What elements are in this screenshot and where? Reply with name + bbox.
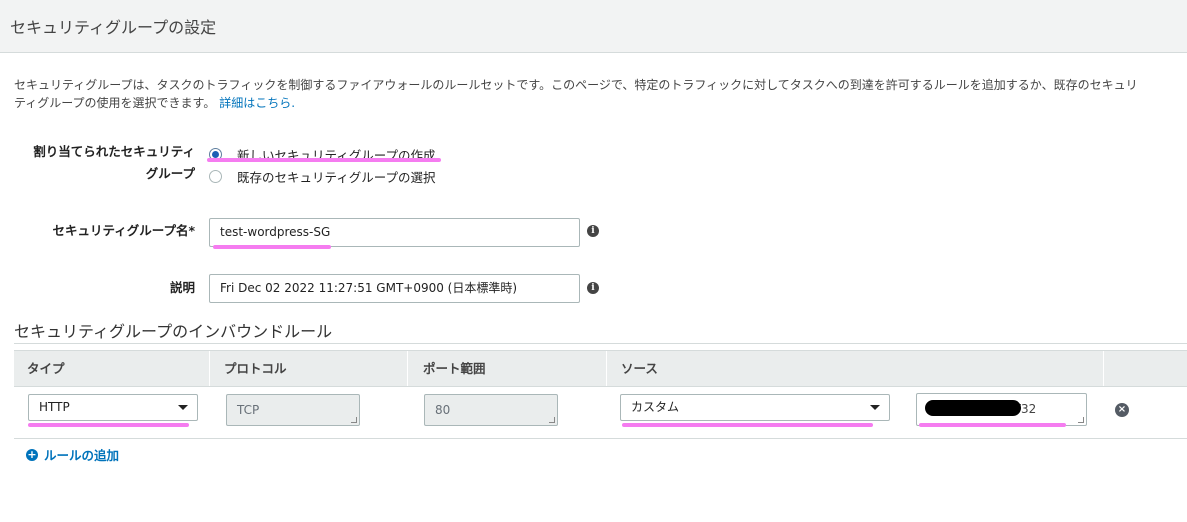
highlight-mark (207, 158, 441, 162)
remove-rule-icon[interactable]: × (1115, 403, 1129, 417)
highlight-mark (622, 423, 873, 427)
chevron-down-icon (870, 405, 880, 410)
type-select[interactable]: HTTP (28, 394, 198, 421)
port-range-value: 80 (435, 403, 451, 417)
group-name-input[interactable]: test-wordpress-SG (209, 218, 580, 247)
type-select-value: HTTP (39, 400, 70, 414)
highlight-mark (213, 245, 331, 249)
radio-button-unchecked[interactable] (209, 170, 222, 183)
page-header: セキュリティグループの設定 (0, 0, 1187, 53)
protocol-value: TCP (237, 403, 260, 417)
description-label: 説明 (169, 280, 195, 295)
assigned-group-label: 割り当てられたセキュリティ グループ (33, 141, 195, 185)
source-select[interactable]: カスタム (620, 394, 890, 421)
info-icon[interactable]: i (587, 282, 599, 294)
inbound-rules-title: セキュリティグループのインバウンドルール (14, 322, 333, 341)
add-rule-label: ルールの追加 (44, 448, 120, 463)
resize-handle-icon (351, 417, 357, 423)
add-rule-button[interactable]: + ルールの追加 (26, 445, 119, 464)
source-select-value: カスタム (631, 400, 680, 414)
divider (14, 343, 1187, 344)
redaction-mark (925, 400, 1021, 416)
intro-line-1: セキュリティグループは、タスクのトラフィックを制御するファイアウォールのルールセ… (14, 78, 1138, 92)
column-separator (1103, 351, 1104, 386)
page-title: セキュリティグループの設定 (10, 18, 217, 37)
description-input[interactable]: Fri Dec 02 2022 11:27:51 GMT+0900 (日本標準時… (209, 274, 580, 303)
column-separator (209, 351, 210, 386)
column-separator (606, 351, 607, 386)
column-header-type: タイプ (27, 361, 65, 376)
plus-circle-icon: + (26, 447, 38, 461)
resize-handle-icon (549, 417, 555, 423)
learn-more-link[interactable]: 詳細はこちら. (219, 96, 295, 110)
radio-select-existing-label: 既存のセキュリティグループの選択 (237, 170, 436, 185)
group-name-label: セキュリティグループ名* (52, 223, 195, 238)
assigned-group-label-line2: グループ (145, 166, 195, 181)
column-separator (407, 351, 408, 386)
column-header-source: ソース (621, 361, 658, 376)
highlight-mark (919, 423, 1066, 427)
info-icon[interactable]: i (587, 225, 599, 237)
intro-line-2-text: ティグループの使用を選択できます。 (14, 96, 216, 110)
intro-line-2: ティグループの使用を選択できます。 詳細はこちら. (14, 94, 1187, 112)
resize-handle-icon (1078, 417, 1084, 423)
radio-select-existing[interactable]: 既存のセキュリティグループの選択 (209, 167, 436, 186)
port-range-field: 80 (424, 394, 558, 426)
intro-text: セキュリティグループは、タスクのトラフィックを制御するファイアウォールのルールセ… (14, 76, 1187, 112)
divider (14, 438, 1187, 439)
protocol-field: TCP (226, 394, 360, 426)
column-header-port-range: ポート範囲 (423, 361, 486, 376)
highlight-mark (28, 423, 189, 427)
assigned-group-label-line1: 割り当てられたセキュリティ (33, 144, 195, 159)
column-header-protocol: プロトコル (224, 361, 287, 376)
chevron-down-icon (178, 405, 188, 410)
rules-table-header: タイプ プロトコル ポート範囲 ソース (14, 350, 1187, 387)
